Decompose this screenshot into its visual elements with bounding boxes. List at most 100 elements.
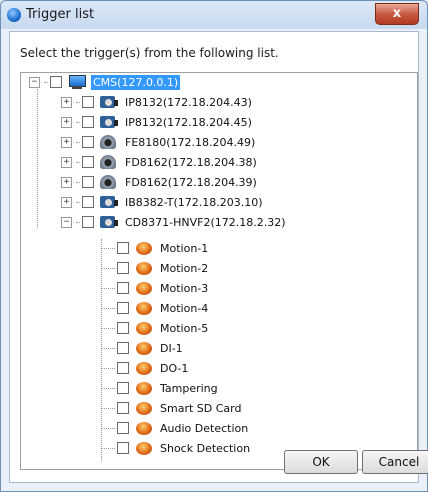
box-camera-icon	[100, 215, 118, 229]
event-label: Shock Detection	[160, 441, 251, 455]
tree-line	[101, 407, 115, 409]
event-label: Motion-5	[160, 321, 209, 335]
tree-node-device[interactable]: + FE8180(172.18.204.49)	[61, 133, 257, 151]
root-checkbox[interactable]	[50, 76, 62, 88]
event-checkbox[interactable]	[117, 282, 129, 294]
device-checkbox[interactable]	[82, 156, 94, 168]
event-checkbox[interactable]	[117, 362, 129, 374]
box-camera-icon	[100, 115, 118, 129]
expand-icon[interactable]: +	[61, 136, 72, 148]
device-checkbox[interactable]	[82, 216, 94, 228]
title-bar: Trigger list x	[1, 1, 427, 29]
tree-node-event[interactable]: Motion-3	[101, 279, 210, 297]
device-label: IP8132(172.18.204.45)	[125, 115, 252, 129]
dome-camera-icon	[100, 155, 118, 169]
device-label: IP8132(172.18.204.43)	[125, 95, 252, 109]
tree-node-event[interactable]: Shock Detection	[101, 439, 252, 457]
tree-line	[76, 221, 80, 223]
event-label: Tampering	[160, 381, 218, 395]
event-checkbox[interactable]	[117, 422, 129, 434]
device-checkbox[interactable]	[82, 116, 94, 128]
event-label: Motion-1	[160, 241, 209, 255]
close-button[interactable]: x	[375, 3, 419, 25]
tree-line	[101, 307, 115, 309]
tree-line	[76, 121, 80, 123]
event-checkbox[interactable]	[117, 322, 129, 334]
event-label: Motion-3	[160, 281, 209, 295]
tree-line	[101, 347, 115, 349]
tree-node-event[interactable]: Motion-4	[101, 299, 210, 317]
event-icon	[135, 421, 153, 435]
tree-line	[76, 181, 80, 183]
tree-node-device[interactable]: + IB8382-T(172.18.203.10)	[61, 193, 265, 211]
tree-node-device[interactable]: + IP8132(172.18.204.43)	[61, 93, 254, 111]
tree-node-event[interactable]: Motion-5	[101, 319, 210, 337]
tree-line	[101, 247, 115, 249]
trigger-list-dialog: Trigger list x Select the trigger(s) fro…	[0, 0, 428, 492]
tree-line	[76, 201, 80, 203]
tree-line	[101, 447, 115, 449]
event-label: DO-1	[160, 361, 189, 375]
event-label: Motion-2	[160, 261, 209, 275]
expand-icon[interactable]: +	[61, 116, 72, 128]
expand-icon[interactable]: +	[61, 96, 72, 108]
device-checkbox[interactable]	[82, 176, 94, 188]
ok-button[interactable]: OK	[284, 450, 358, 474]
box-camera-icon	[100, 195, 118, 209]
event-icon	[135, 341, 153, 355]
event-icon	[135, 401, 153, 415]
tree-node-event[interactable]: Audio Detection	[101, 419, 250, 437]
event-checkbox[interactable]	[117, 382, 129, 394]
tree-node-device[interactable]: + FD8162(172.18.204.39)	[61, 173, 259, 191]
collapse-icon[interactable]: −	[29, 76, 40, 88]
window-title: Trigger list	[26, 7, 95, 22]
event-checkbox[interactable]	[117, 342, 129, 354]
tree-node-device[interactable]: − CD8371-HNVF2(172.18.2.32)	[61, 213, 288, 231]
expand-icon[interactable]: +	[61, 196, 72, 208]
tree-node-device[interactable]: + IP8132(172.18.204.45)	[61, 113, 254, 131]
collapse-icon[interactable]: −	[61, 216, 72, 228]
event-checkbox[interactable]	[117, 302, 129, 314]
event-icon	[135, 261, 153, 275]
expand-icon[interactable]: +	[61, 156, 72, 168]
tree-line	[101, 367, 115, 369]
event-label: Motion-4	[160, 301, 209, 315]
tree-line	[76, 101, 80, 103]
event-checkbox[interactable]	[117, 242, 129, 254]
event-label: Audio Detection	[160, 421, 249, 435]
event-checkbox[interactable]	[117, 262, 129, 274]
tree-line	[101, 427, 115, 429]
event-label: Smart SD Card	[160, 401, 242, 415]
event-label: DI-1	[160, 341, 183, 355]
tree-node-event[interactable]: DO-1	[101, 359, 190, 377]
fisheye-camera-icon	[100, 135, 118, 149]
tree-line	[101, 267, 115, 269]
device-label: CD8371-HNVF2(172.18.2.32)	[125, 215, 286, 229]
event-checkbox[interactable]	[117, 442, 129, 454]
expand-icon[interactable]: +	[61, 176, 72, 188]
device-label: FD8162(172.18.204.38)	[125, 155, 257, 169]
device-checkbox[interactable]	[82, 136, 94, 148]
cancel-button[interactable]: Cancel	[362, 450, 428, 474]
tree-node-event[interactable]: DI-1	[101, 339, 185, 357]
app-icon	[7, 8, 21, 22]
tree-line	[101, 327, 115, 329]
tree-node-root[interactable]: − CMS(127.0.0.1)	[29, 73, 181, 91]
tree-node-event[interactable]: Tampering	[101, 379, 220, 397]
trigger-tree[interactable]: − CMS(127.0.0.1) + IP8132(172.18.204.43) +…	[20, 72, 418, 470]
event-icon	[135, 241, 153, 255]
device-label: FE8180(172.18.204.49)	[125, 135, 256, 149]
tree-node-event[interactable]: Motion-2	[101, 259, 210, 277]
event-icon	[135, 381, 153, 395]
event-icon	[135, 281, 153, 295]
event-checkbox[interactable]	[117, 402, 129, 414]
device-checkbox[interactable]	[82, 96, 94, 108]
tree-node-event[interactable]: Smart SD Card	[101, 399, 243, 417]
tree-node-event[interactable]: Motion-1	[101, 239, 210, 257]
tree-line	[76, 161, 80, 163]
tree-node-device[interactable]: + FD8162(172.18.204.38)	[61, 153, 259, 171]
event-icon	[135, 361, 153, 375]
dome-camera-icon	[100, 175, 118, 189]
device-checkbox[interactable]	[82, 196, 94, 208]
box-camera-icon	[100, 95, 118, 109]
